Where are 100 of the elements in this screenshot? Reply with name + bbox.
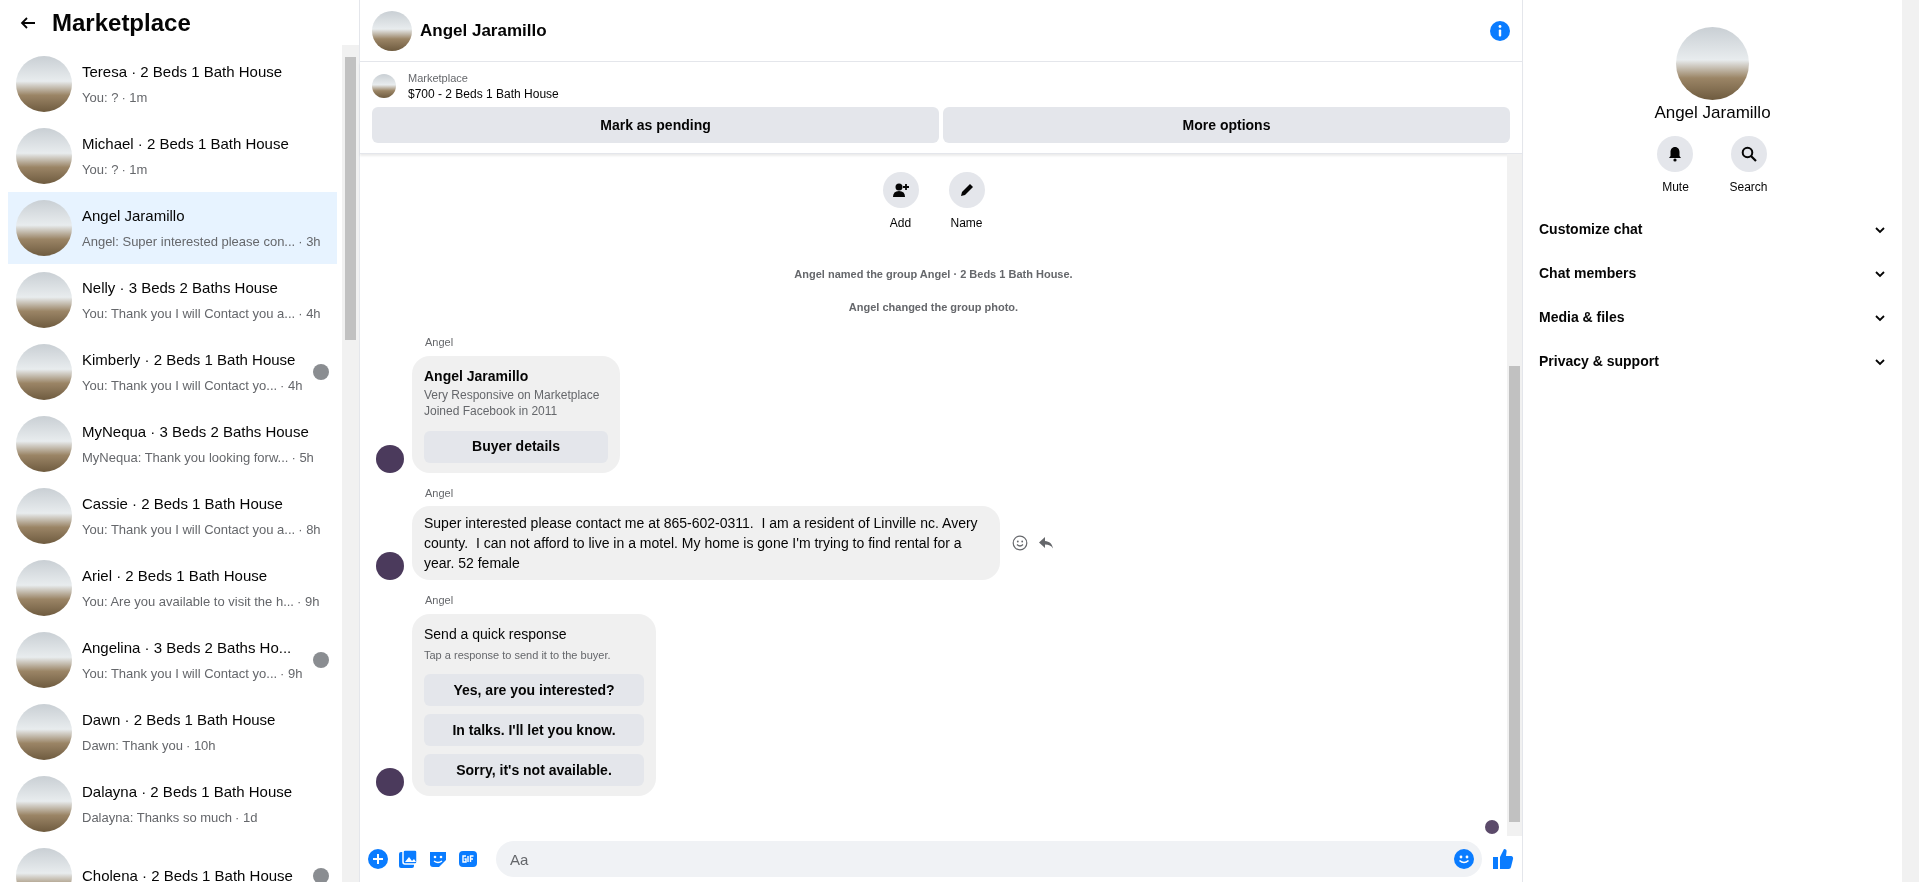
conversation-item[interactable]: Kimberly · 2 Beds 1 Bath House You: Thank you I will Contact yo... · 4h <box>8 336 337 408</box>
quick-response-button[interactable]: Yes, are you interested? <box>424 674 644 706</box>
message-preview: You: ? <box>82 160 119 179</box>
message-preview: You: ? <box>82 88 119 107</box>
house-photo-placeholder <box>16 128 72 184</box>
sticker-icon[interactable] <box>428 849 448 869</box>
bell-button[interactable] <box>1657 135 1694 172</box>
conversation-item[interactable]: Cassie · 2 Beds 1 Bath House You: Thank you I will Contact you a... · 8h <box>8 480 337 552</box>
emoji-icon[interactable] <box>1454 849 1474 869</box>
conversation-title: Michael · 2 Beds 1 Bath House <box>82 134 290 154</box>
house-photo-placeholder <box>16 560 72 616</box>
message-preview: MyNequa: Thank you looking forw... <box>82 448 289 467</box>
quick-response-button[interactable]: Sorry, it's not available. <box>424 754 644 786</box>
pencil-icon <box>958 182 975 198</box>
info-icon[interactable] <box>1490 20 1510 41</box>
image-icon[interactable] <box>398 849 418 869</box>
conversation-title: Cholena · 2 Beds 1 Bath House <box>82 865 294 882</box>
card-text: Tap a response to send it to the buyer. <box>424 647 612 663</box>
add-person-button[interactable] <box>882 172 919 208</box>
conversation-item[interactable]: Cholena · 2 Beds 1 Bath House <box>8 840 337 882</box>
back-arrow-icon[interactable] <box>20 14 36 31</box>
conversation-title: Dawn · 2 Beds 1 Bath House <box>82 710 277 730</box>
message-bubble: Super interested please contact me at 865-602-0311. I am a resident of Linville nc. Avery county. I can not afford to live in a motel. My home is gone I'm trying to find rental for a year. 52 female <box>412 506 1000 580</box>
message-time: · 1m <box>121 160 148 179</box>
message-time: · 3h <box>298 232 321 251</box>
house-photo-placeholder <box>16 488 72 544</box>
house-photo-placeholder <box>16 632 72 688</box>
card-title: Angel Jaramillo <box>424 366 530 386</box>
conversation-title: Dalayna · 2 Beds 1 Bath House <box>82 782 294 802</box>
gif-icon[interactable] <box>458 849 478 869</box>
listing-title[interactable]: $700 - 2 Beds 1 Bath House <box>408 86 559 102</box>
conversation-item[interactable]: Angelina · 3 Beds 2 Baths Ho... You: Thank you I will Contact yo... · 9h <box>8 624 337 696</box>
conversation-item[interactable]: MyNequa · 3 Beds 2 Baths House MyNequa: Thank you looking forw... · 5h <box>8 408 337 480</box>
conversation-item[interactable]: Nelly · 3 Beds 2 Baths House You: Thank you I will Contact you a... · 4h <box>8 264 337 336</box>
house-photo-placeholder <box>16 704 72 760</box>
emoji-icon[interactable] <box>1012 535 1028 551</box>
conversation-title: Angel Jaramillo <box>82 206 186 226</box>
section-header[interactable]: Chat members <box>1539 251 1886 296</box>
conversation-item[interactable]: Ariel · 2 Beds 1 Bath House You: Are you available to visit the h... · 9h <box>8 552 337 624</box>
add-person-icon <box>892 182 909 198</box>
house-photo-placeholder <box>16 200 72 256</box>
scrollbar[interactable] <box>342 45 359 882</box>
thumbs-up-icon[interactable] <box>1492 848 1514 870</box>
message-preview: You: Thank you I will Contact yo... <box>82 664 278 683</box>
conversation-title: MyNequa · 3 Beds 2 Baths House <box>82 422 310 442</box>
message-input[interactable]: Aa <box>496 841 1482 877</box>
house-photo-placeholder <box>16 416 72 472</box>
message-preview: You: Are you available to visit the h... <box>82 592 294 611</box>
pencil-button[interactable] <box>948 172 985 208</box>
card-title: Send a quick response <box>424 624 568 644</box>
conversation-title: Angelina · 3 Beds 2 Baths Ho... <box>82 638 293 658</box>
section-header[interactable]: Media & files <box>1539 295 1886 340</box>
message-time: · 1d <box>235 808 258 827</box>
conversation-title: Nelly · 3 Beds 2 Baths House <box>82 278 279 298</box>
card-text: Joined Facebook in 2011 <box>424 402 559 419</box>
search-button[interactable] <box>1730 135 1767 172</box>
avatar-placeholder <box>376 768 404 796</box>
house-photo-placeholder <box>16 56 72 112</box>
conversation-item[interactable]: Teresa · 2 Beds 1 Bath House You: ? · 1m <box>8 48 337 120</box>
scrollbar[interactable] <box>1507 154 1522 836</box>
message-time: · 5h <box>291 448 314 467</box>
reply-icon[interactable] <box>1038 535 1054 551</box>
listing-action-button[interactable]: Mark as pending <box>372 107 939 143</box>
listing-label: Marketplace <box>408 71 469 86</box>
conversation-title: Ariel · 2 Beds 1 Bath House <box>82 566 269 586</box>
message-time: · 4h <box>298 304 321 323</box>
conversation-title: Teresa · 2 Beds 1 Bath House <box>82 62 284 82</box>
house-photo-placeholder <box>16 776 72 832</box>
conversation-item[interactable]: Angel Jaramillo Angel: Super interested please con... · 3h <box>8 192 337 264</box>
sender-name: Angel <box>425 335 455 350</box>
seen-avatar <box>1485 820 1499 834</box>
sender-name: Angel <box>425 593 455 608</box>
listing-action-button[interactable]: More options <box>943 107 1510 143</box>
action-label: Search <box>1729 178 1768 196</box>
plus-icon[interactable] <box>368 849 388 869</box>
message-time: · 8h <box>298 520 321 539</box>
section-header[interactable]: Privacy & support <box>1539 339 1886 384</box>
conversation-item[interactable]: Michael · 2 Beds 1 Bath House You: ? · 1m <box>8 120 337 192</box>
action-label: Mute <box>1662 178 1689 196</box>
quick-response-button[interactable]: In talks. I'll let you know. <box>424 714 644 746</box>
section-header[interactable]: Customize chat <box>1539 207 1886 252</box>
message-time: · 1m <box>121 88 148 107</box>
conversation-title: Cassie · 2 Beds 1 Bath House <box>82 494 284 514</box>
message-time: · 9h <box>297 592 320 611</box>
conversation-item[interactable]: Dawn · 2 Beds 1 Bath House Dawn: Thank you · 10h <box>8 696 337 768</box>
message-preview: Dawn: Thank you <box>82 736 183 755</box>
conversation-title: Kimberly · 2 Beds 1 Bath House <box>82 350 297 370</box>
buyer-details-button[interactable]: Buyer details <box>424 430 608 463</box>
avatar-placeholder <box>376 444 404 473</box>
message-preview: You: Thank you I will Contact yo... <box>82 376 278 395</box>
conversation-item[interactable]: Dalayna · 2 Beds 1 Bath House Dalayna: Thanks so much · 1d <box>8 768 337 840</box>
search-icon <box>1740 145 1757 162</box>
card-text: Very Responsive on Marketplace <box>424 386 601 403</box>
system-message: Angel named the group Angel · 2 Beds 1 Bath House. <box>794 267 1073 282</box>
system-message: Angel changed the group photo. <box>848 299 1019 315</box>
contact-name: Angel Jaramillo <box>1654 102 1771 124</box>
message-preview: Angel: Super interested please con... <box>82 232 296 251</box>
sidebar-title: Marketplace <box>52 7 191 38</box>
message-preview: Dalayna: Thanks so much <box>82 808 233 827</box>
message-time: · 9h <box>280 664 303 683</box>
